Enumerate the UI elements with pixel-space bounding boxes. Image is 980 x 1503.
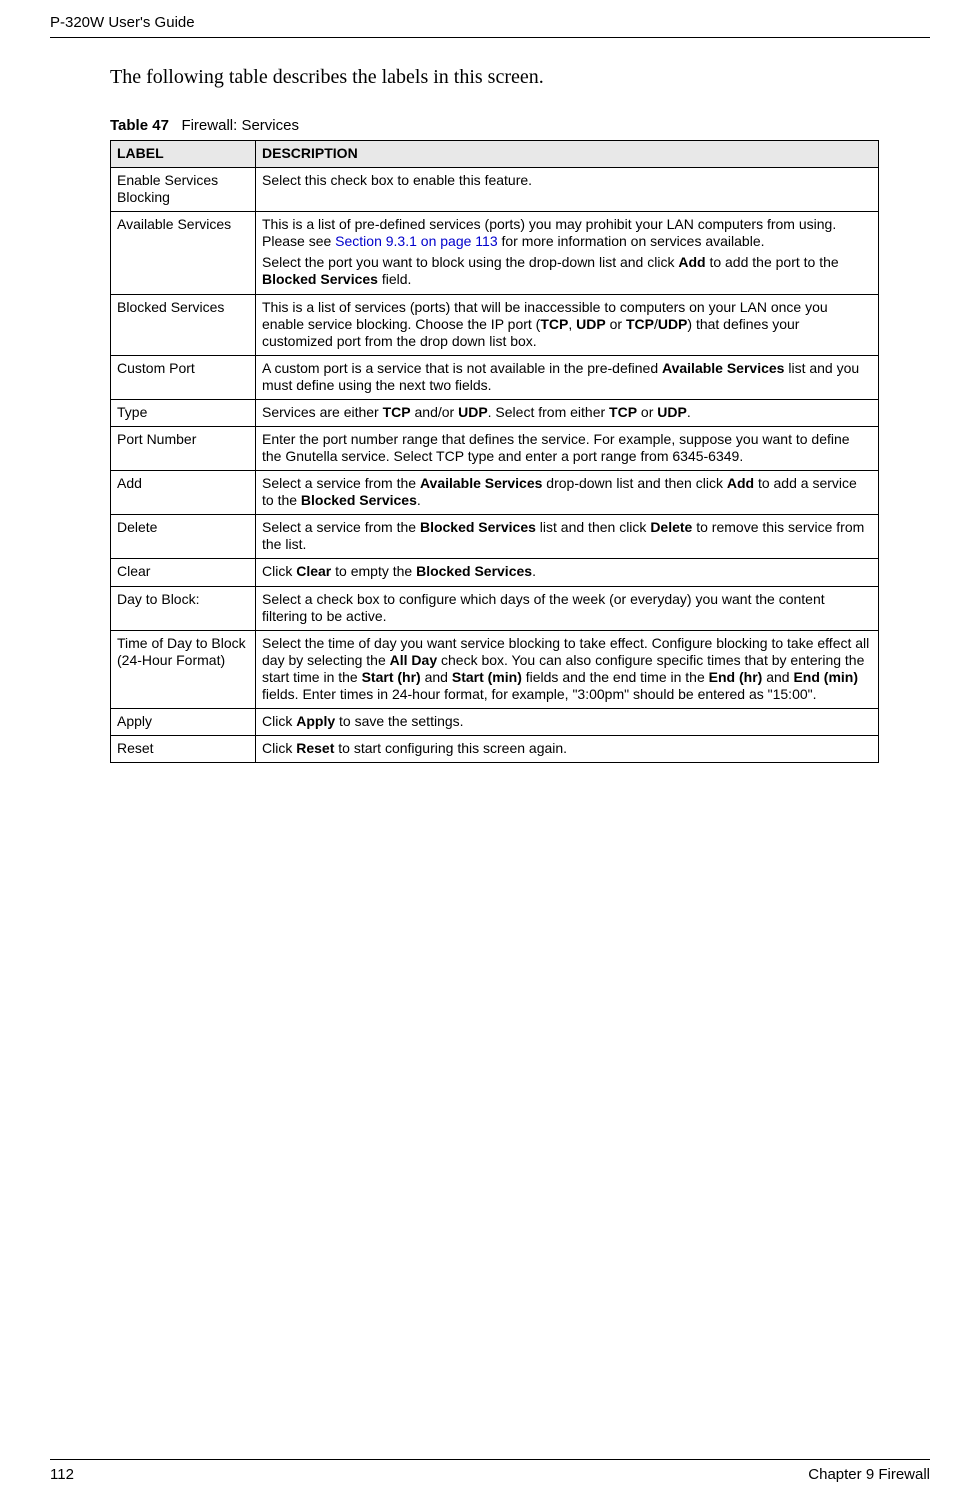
table-row: Clear Click Clear to empty the Blocked S… [111, 559, 879, 586]
cell-desc: Services are either TCP and/or UDP. Sele… [256, 399, 879, 426]
cell-desc: This is a list of pre-defined services (… [256, 212, 879, 294]
table-row: Add Select a service from the Available … [111, 471, 879, 515]
footer-rule [50, 1459, 930, 1460]
cell-desc: Click Clear to empty the Blocked Service… [256, 559, 879, 586]
table-row: Reset Click Reset to start configuring t… [111, 736, 879, 763]
table-row: Custom Port A custom port is a service t… [111, 355, 879, 399]
chapter-title: Chapter 9 Firewall [808, 1466, 930, 1483]
header-rule [50, 37, 930, 38]
cell-desc: Click Reset to start configuring this sc… [256, 736, 879, 763]
table-row: Time of Day to Block (24-Hour Format) Se… [111, 630, 879, 708]
cell-label: Blocked Services [111, 294, 256, 355]
cell-desc: Select a check box to configure which da… [256, 586, 879, 630]
table-header-row: LABEL DESCRIPTION [111, 141, 879, 168]
cell-label: Reset [111, 736, 256, 763]
cell-label: Port Number [111, 427, 256, 471]
page-number: 112 [50, 1466, 74, 1483]
table-caption: Table 47 Firewall: Services [110, 117, 930, 134]
page-footer: 112 Chapter 9 Firewall [50, 1459, 930, 1483]
cell-label: Enable Services Blocking [111, 168, 256, 212]
cell-desc: Select a service from the Blocked Servic… [256, 515, 879, 559]
cell-desc: A custom port is a service that is not a… [256, 355, 879, 399]
cell-label: Apply [111, 709, 256, 736]
cell-desc: This is a list of services (ports) that … [256, 294, 879, 355]
table-row: Day to Block: Select a check box to conf… [111, 586, 879, 630]
cell-label: Day to Block: [111, 586, 256, 630]
cell-label: Custom Port [111, 355, 256, 399]
cell-label: Type [111, 399, 256, 426]
cell-label: Add [111, 471, 256, 515]
firewall-services-table: LABEL DESCRIPTION Enable Services Blocki… [110, 140, 879, 763]
table-row: Available Services This is a list of pre… [111, 212, 879, 294]
cell-label: Time of Day to Block (24-Hour Format) [111, 630, 256, 708]
cell-desc: Click Apply to save the settings. [256, 709, 879, 736]
table-row: Apply Click Apply to save the settings. [111, 709, 879, 736]
table-caption-prefix: Table 47 [110, 117, 169, 134]
cell-desc: Select a service from the Available Serv… [256, 471, 879, 515]
cell-desc: Enter the port number range that defines… [256, 427, 879, 471]
table-caption-title: Firewall: Services [181, 117, 299, 134]
col-header-description: DESCRIPTION [256, 141, 879, 168]
cell-desc: Select this check box to enable this fea… [256, 168, 879, 212]
col-header-label: LABEL [111, 141, 256, 168]
table-row: Blocked Services This is a list of servi… [111, 294, 879, 355]
running-head: P-320W User's Guide [50, 14, 930, 37]
table-row: Port Number Enter the port number range … [111, 427, 879, 471]
page: P-320W User's Guide The following table … [0, 0, 980, 1503]
cell-label: Delete [111, 515, 256, 559]
cross-ref-link[interactable]: Section 9.3.1 on page 113 [335, 233, 497, 249]
intro-text: The following table describes the labels… [110, 66, 930, 89]
cell-label: Clear [111, 559, 256, 586]
table-row: Enable Services Blocking Select this che… [111, 168, 879, 212]
table-row: Type Services are either TCP and/or UDP.… [111, 399, 879, 426]
table-row: Delete Select a service from the Blocked… [111, 515, 879, 559]
cell-desc: Select the time of day you want service … [256, 630, 879, 708]
cell-label: Available Services [111, 212, 256, 294]
